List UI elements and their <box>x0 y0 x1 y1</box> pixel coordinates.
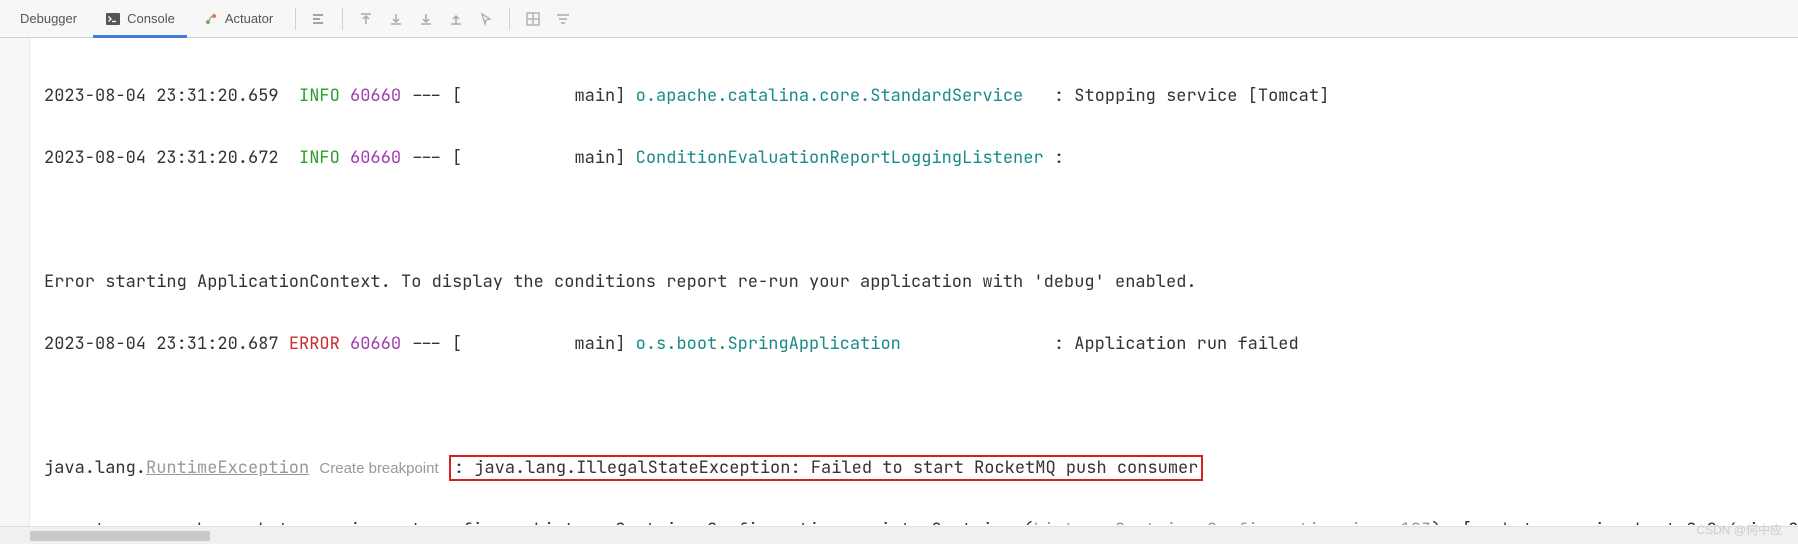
exception-line: java.lang.RuntimeException Create breakp… <box>44 453 1784 484</box>
console-output[interactable]: 2023-08-04 23:31:20.659 INFO 60660 --- [… <box>30 38 1798 525</box>
log-line: 2023-08-04 23:31:20.672 INFO 60660 --- [… <box>44 143 1784 174</box>
exception-type-link[interactable]: RuntimeException <box>146 457 309 479</box>
separator <box>295 8 296 30</box>
separator <box>342 8 343 30</box>
cursor-button[interactable] <box>473 6 499 32</box>
horizontal-scrollbar[interactable] <box>0 526 1798 544</box>
filter-button[interactable] <box>550 6 576 32</box>
tab-console[interactable]: Console <box>93 0 187 37</box>
toolbar: Debugger Console Actuator <box>0 0 1798 38</box>
gutter <box>0 38 30 544</box>
actuator-icon <box>203 11 219 27</box>
highlighted-exception: : java.lang.IllegalStateException: Faile… <box>449 455 1204 481</box>
upload-button[interactable] <box>443 6 469 32</box>
log-empty <box>44 205 1784 236</box>
tab-actuator[interactable]: Actuator <box>191 0 285 37</box>
download-button-2[interactable] <box>413 6 439 32</box>
console-icon <box>105 11 121 27</box>
tab-actuator-label: Actuator <box>225 11 273 26</box>
log-line: Error starting ApplicationContext. To di… <box>44 267 1784 298</box>
tab-debugger[interactable]: Debugger <box>8 0 89 37</box>
scroll-top-button[interactable] <box>353 6 379 32</box>
grid-button[interactable] <box>520 6 546 32</box>
tab-debugger-label: Debugger <box>20 11 77 26</box>
log-line: 2023-08-04 23:31:20.687 ERROR 60660 --- … <box>44 329 1784 360</box>
source-link[interactable]: ListenerContainerConfiguration.java:123 <box>1033 519 1431 525</box>
tab-console-label: Console <box>127 11 175 26</box>
log-line: 2023-08-04 23:31:20.659 INFO 60660 --- [… <box>44 81 1784 112</box>
scrollbar-thumb[interactable] <box>30 531 210 541</box>
log-empty <box>44 391 1784 422</box>
watermark: CSDN @何中应 <box>1696 521 1782 538</box>
layout-button[interactable] <box>306 6 332 32</box>
stacktrace-line: at org.apache.rocketmq.spring.autoconfig… <box>44 515 1784 525</box>
separator <box>509 8 510 30</box>
create-breakpoint-link[interactable]: Create breakpoint <box>319 460 438 477</box>
download-button-1[interactable] <box>383 6 409 32</box>
